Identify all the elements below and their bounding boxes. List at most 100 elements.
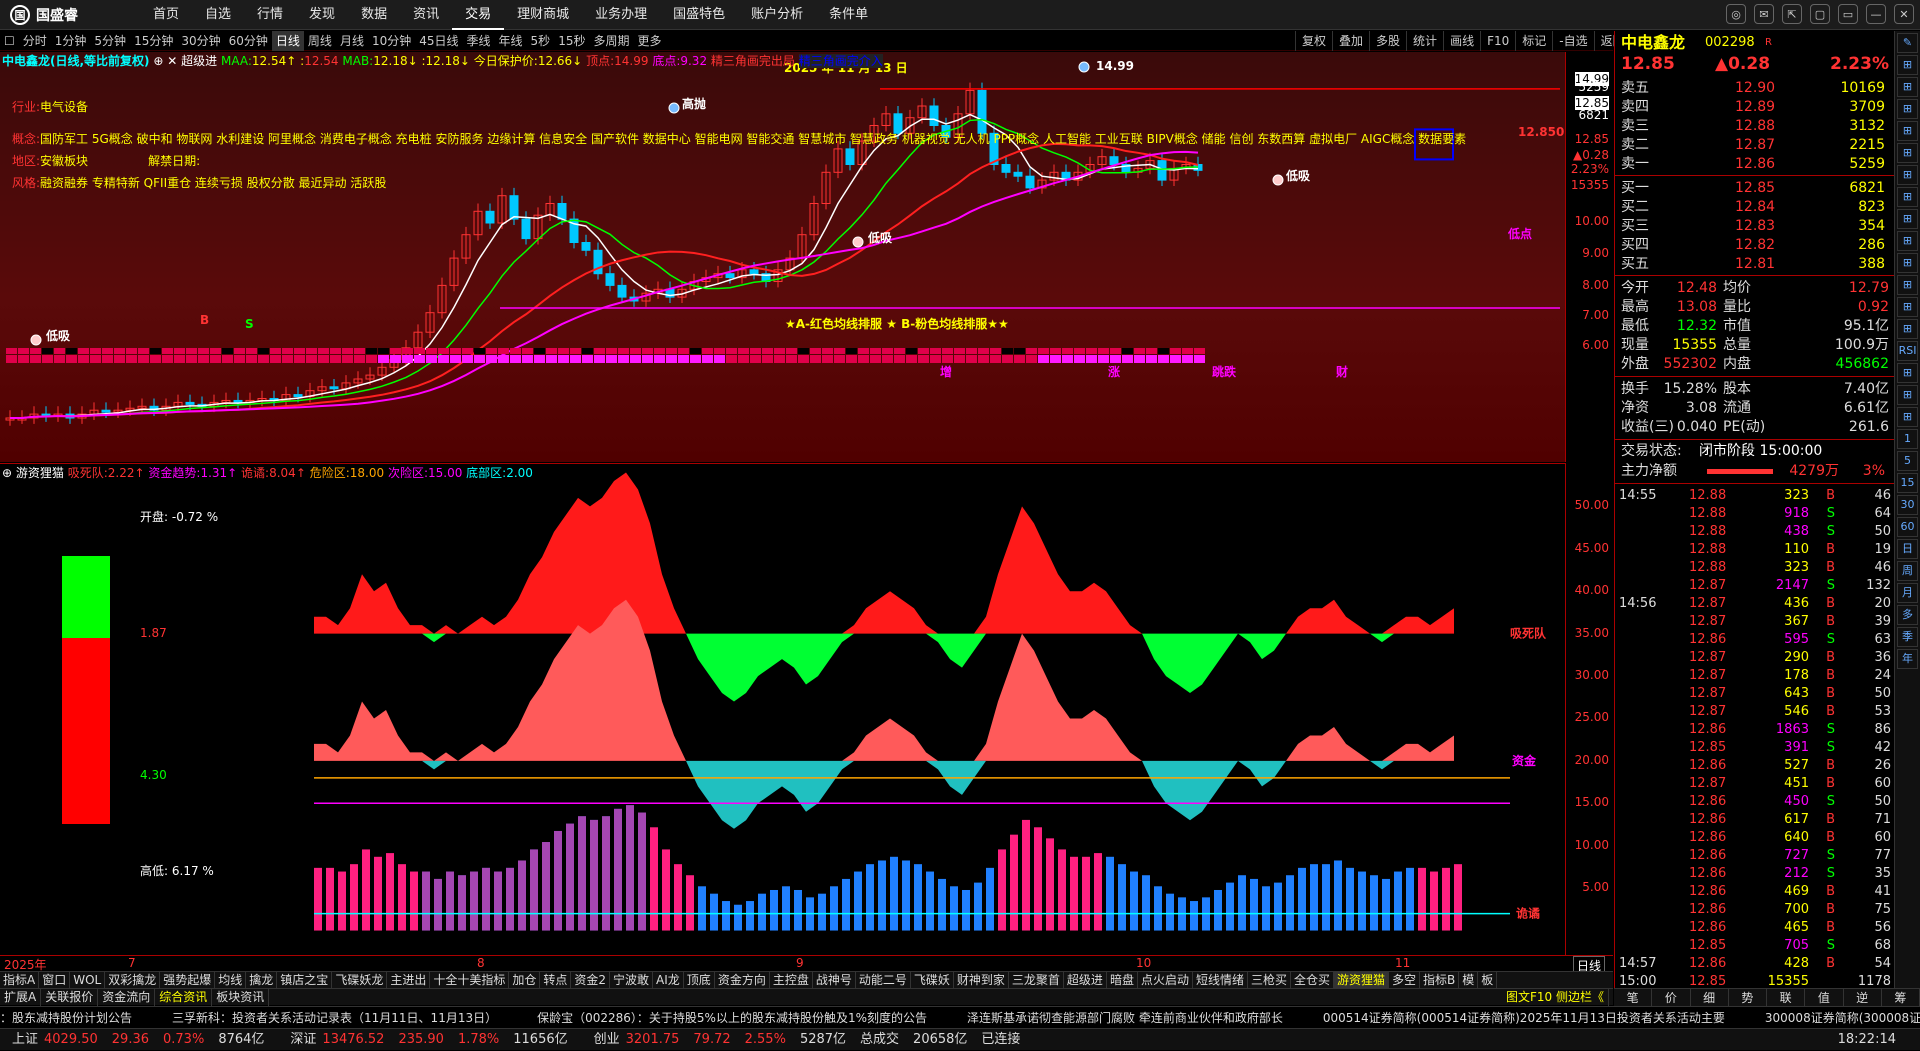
side-tool-21-icon[interactable]: 30 (1897, 495, 1918, 515)
period-1[interactable]: 1分钟 (51, 31, 91, 51)
indicator-tab-14[interactable]: 宁波敢 (610, 972, 654, 988)
indicator-tab-15[interactable]: AI龙 (653, 972, 684, 988)
side-tool-4-icon[interactable]: ⊞ (1897, 121, 1918, 141)
window-button-6-icon[interactable]: ✕ (1894, 4, 1914, 24)
news-item[interactable]: 泽连斯基承诺彻查能源部门腐败 牵连前商业伙伴和政府部长 (967, 1007, 1283, 1028)
indicator-tab-11[interactable]: 加仓 (509, 972, 541, 988)
period-9[interactable]: 10分钟 (368, 31, 415, 51)
indicator-tab-31[interactable]: 多空 (1389, 972, 1421, 988)
side-tool-0-icon[interactable]: ✎ (1897, 33, 1918, 53)
indicator-tab-2[interactable]: WOL (70, 972, 106, 988)
quote-tab-3[interactable]: 势 (1729, 989, 1767, 1006)
indicator-tab-3[interactable]: 双彩擒龙 (105, 972, 161, 988)
nav-item-6[interactable]: 交易 (452, 0, 505, 30)
nav-item-11[interactable]: 条件单 (816, 0, 881, 30)
indicator-tab-18[interactable]: 主控盘 (770, 972, 813, 988)
window-button-1-icon[interactable]: ✉ (1754, 4, 1774, 24)
nav-item-7[interactable]: 理财商城 (504, 0, 582, 30)
side-tool-20-icon[interactable]: 15 (1897, 473, 1918, 493)
indicator-tab-28[interactable]: 三枪买 (1248, 972, 1291, 988)
news-item[interactable]: ：股东减持股份计划公告 (0, 1007, 132, 1028)
news-item[interactable]: 保龄宝（002286）：关于持股5%以上的股东减持股份触及1%刻度的公告 (537, 1007, 927, 1028)
period-10[interactable]: 45日线 (415, 31, 462, 51)
nav-item-2[interactable]: 行情 (244, 0, 296, 30)
period-14[interactable]: 15秒 (554, 31, 589, 51)
side-tool-5-icon[interactable]: ⊞ (1897, 143, 1918, 163)
indicator-tab-6[interactable]: 擒龙 (246, 972, 278, 988)
period-16[interactable]: 更多 (633, 31, 665, 51)
indicator2-tab-3[interactable]: 综合资讯 (155, 989, 213, 1006)
side-tool-6-icon[interactable]: ⊞ (1897, 165, 1918, 185)
side-tool-12-icon[interactable]: ⊞ (1897, 297, 1918, 317)
news-item[interactable]: 000514证券简称(000514证券简称)2025年11月13日投资者关系活动… (1323, 1007, 1725, 1028)
window-button-4-icon[interactable]: ▭ (1838, 4, 1858, 24)
period-3[interactable]: 15分钟 (130, 31, 177, 51)
tool-2[interactable]: 多股 (1369, 31, 1406, 51)
side-tool-27-icon[interactable]: 季 (1897, 627, 1918, 647)
side-tool-9-icon[interactable]: ⊞ (1897, 231, 1918, 251)
side-tool-8-icon[interactable]: ⊞ (1897, 209, 1918, 229)
indicator-tab-4[interactable]: 强势起爆 (160, 972, 216, 988)
nav-item-10[interactable]: 账户分析 (738, 0, 816, 30)
period-6[interactable]: 日线 (271, 31, 304, 51)
indicator-tab-22[interactable]: 财神到家 (954, 972, 1009, 988)
side-tool-17-icon[interactable]: ⊞ (1897, 407, 1918, 427)
nav-item-0[interactable]: 首页 (140, 0, 192, 30)
nav-item-4[interactable]: 数据 (348, 0, 400, 30)
period-11[interactable]: 季线 (463, 31, 495, 51)
quote-tab-2[interactable]: 细 (1691, 989, 1729, 1006)
tool-3[interactable]: 统计 (1406, 31, 1443, 51)
side-tool-16-icon[interactable]: ⊞ (1897, 385, 1918, 405)
sub-close-icon[interactable]: ⊕ (2, 466, 12, 480)
indicator-tab-23[interactable]: 三龙聚首 (1009, 972, 1064, 988)
period-12[interactable]: 年线 (495, 31, 527, 51)
indicator-tab-17[interactable]: 资金方向 (715, 972, 770, 988)
indicator2-tab-1[interactable]: 关联报价 (41, 989, 99, 1006)
index-name[interactable]: 深证 (290, 1029, 316, 1051)
indicator-tab-26[interactable]: 点火启动 (1138, 972, 1193, 988)
indicator-tab-20[interactable]: 动能二号 (856, 972, 911, 988)
side-tool-3-icon[interactable]: ⊞ (1897, 99, 1918, 119)
side-tool-18-icon[interactable]: 1 (1897, 429, 1918, 449)
indicator-tab-7[interactable]: 镇店之宝 (277, 972, 333, 988)
indicator-tab-19[interactable]: 战神号 (813, 972, 856, 988)
window-button-3-icon[interactable]: ▢ (1810, 4, 1830, 24)
side-tool-19-icon[interactable]: 5 (1897, 451, 1918, 471)
period-0[interactable]: 分时 (19, 31, 51, 51)
period-7[interactable]: 周线 (304, 31, 336, 51)
tool-0[interactable]: 复权 (1295, 31, 1332, 51)
period-13[interactable]: 5秒 (527, 31, 555, 51)
indicator-tab-34[interactable]: 板 (1478, 972, 1498, 988)
indicator-tab-8[interactable]: 飞碟妖龙 (332, 972, 388, 988)
nav-item-3[interactable]: 发现 (296, 0, 348, 30)
news-item[interactable]: 300008证券简称(300008证券简称) (1765, 1007, 1920, 1028)
nav-item-5[interactable]: 资讯 (400, 0, 452, 30)
side-tool-28-icon[interactable]: 年 (1897, 649, 1918, 669)
side-tool-26-icon[interactable]: 多 (1897, 605, 1918, 625)
tool-7[interactable]: -自选 (1552, 31, 1593, 51)
indicator-tab-30[interactable]: 游资狸猫 (1334, 972, 1390, 988)
side-tool-15-icon[interactable]: ⊞ (1897, 363, 1918, 383)
indicator-tab-9[interactable]: 主进出 (387, 972, 431, 988)
tool-5[interactable]: F10 (1480, 31, 1515, 51)
nav-item-9[interactable]: 国盛特色 (660, 0, 738, 30)
indicator-tab-25[interactable]: 暗盘 (1107, 972, 1138, 988)
indicator-tab-0[interactable]: 指标A (0, 972, 40, 988)
index-name[interactable]: 创业 (594, 1029, 620, 1051)
side-tool-14-icon[interactable]: RSI (1897, 341, 1918, 361)
indicator-tab-29[interactable]: 全仓买 (1291, 972, 1335, 988)
quote-tab-4[interactable]: 联 (1767, 989, 1806, 1006)
indicator2-tab-2[interactable]: 资金流向 (98, 989, 156, 1006)
window-button-0-icon[interactable]: ◎ (1726, 4, 1746, 24)
close-icons[interactable]: ⊕ ✕ (153, 54, 177, 68)
news-item[interactable]: 三孚新科：投资者关系活动记录表（11月11日、11月13日） (172, 1007, 497, 1028)
window-button-2-icon[interactable]: ⇱ (1782, 4, 1802, 24)
window-button-5-icon[interactable]: — (1866, 4, 1886, 24)
indicator-tab-16[interactable]: 顶底 (684, 972, 715, 988)
indicator-tab-10[interactable]: 十全十美指标 (430, 972, 510, 988)
tool-6[interactable]: 标记 (1515, 31, 1552, 51)
indicator2-tab-0[interactable]: 扩展A (0, 989, 42, 1006)
side-tool-7-icon[interactable]: ⊞ (1897, 187, 1918, 207)
indicator-tab-5[interactable]: 均线 (215, 972, 247, 988)
indicator-tab-33[interactable]: 模 (1459, 972, 1479, 988)
